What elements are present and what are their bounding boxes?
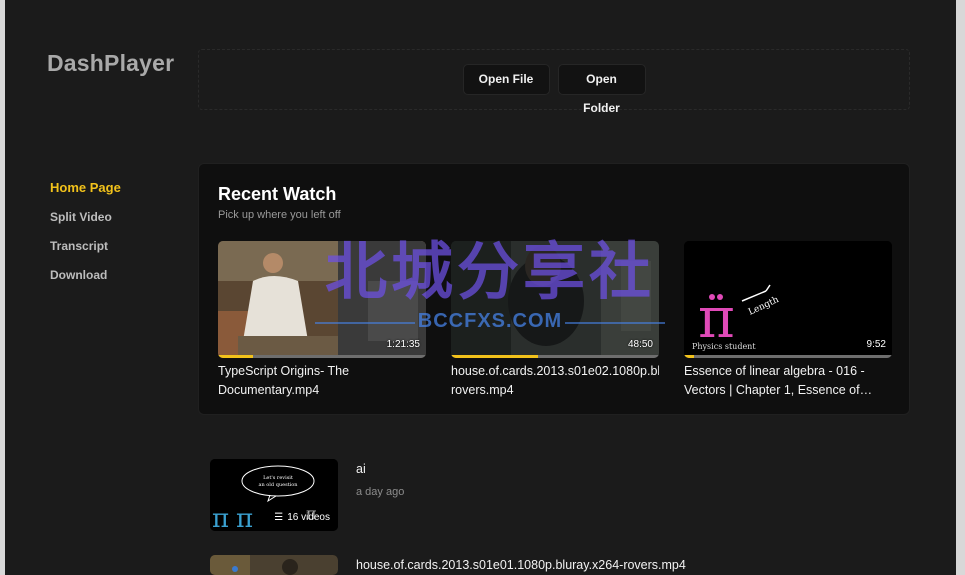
list-item-title: house.of.cards.2013.s01e01.1080p.bluray.…	[356, 558, 686, 572]
file-drop-area: Open File Open Folder	[198, 49, 910, 115]
watch-progress-bar	[218, 355, 426, 358]
nav-item-home[interactable]: Home Page	[50, 180, 170, 209]
video-thumbnail: 48:50	[451, 241, 659, 358]
folder-thumbnail: Let's revisit an old question π π π ☰ 16…	[210, 459, 338, 531]
thumbnail-image	[210, 555, 338, 575]
video-duration: 48:50	[627, 339, 653, 350]
open-folder-button[interactable]: Open Folder	[557, 64, 646, 115]
video-count-badge: ☰ 16 videos	[274, 512, 330, 523]
watch-progress-bar	[451, 355, 659, 358]
video-thumbnail: 1:21:35	[218, 241, 426, 358]
svg-text:π: π	[236, 504, 253, 531]
video-title: house.of.cards.2013.s01e02.1080p.bluray.…	[451, 364, 659, 397]
list-item-timestamp: a day ago	[356, 486, 405, 498]
sidebar-nav: Home Page Split Video Transcript Downloa…	[50, 180, 170, 296]
app-title: DashPlayer	[47, 50, 175, 76]
thumbnail-caption-physics: Physics student	[692, 342, 756, 351]
nav-item-download[interactable]: Download	[50, 267, 170, 296]
video-duration: 9:52	[866, 339, 886, 350]
list-item[interactable]: house.of.cards.2013.s01e01.1080p.bluray.…	[210, 555, 900, 575]
app-window: DashPlayer Home Page Split Video Transcr…	[5, 0, 956, 575]
video-title: TypeScript Origins- The Documentary.mp4	[218, 364, 350, 397]
svg-text:π: π	[212, 504, 229, 531]
thumbnail-caption-revisit: Let's revisit	[263, 475, 293, 481]
recent-card[interactable]: π Length Physics student 9:52 Essence of…	[684, 241, 892, 400]
recent-watch-panel: Recent Watch Pick up where you left off …	[198, 163, 910, 415]
recent-card[interactable]: 48:50 house.of.cards.2013.s01e02.1080p.b…	[451, 241, 659, 400]
watch-progress-bar	[684, 355, 892, 358]
watch-progress-fill	[218, 355, 254, 358]
video-thumbnail	[210, 555, 338, 575]
open-file-button[interactable]: Open File	[462, 64, 550, 95]
recent-watch-subtitle: Pick up where you left off	[218, 209, 341, 221]
video-title: Essence of linear algebra - 016 - Vector…	[684, 364, 865, 397]
nav-item-split-video[interactable]: Split Video	[50, 209, 170, 238]
playlist-icon: ☰	[274, 512, 284, 523]
thumbnail-image: π Length Physics student	[684, 241, 892, 358]
recent-card[interactable]: 1:21:35 TypeScript Origins- The Document…	[218, 241, 426, 400]
video-count: 16 videos	[287, 512, 330, 523]
recent-watch-title: Recent Watch	[218, 184, 337, 204]
list-item-title: ai	[356, 462, 366, 476]
video-duration: 1:21:35	[386, 339, 420, 350]
thumbnail-caption-question: an old question	[259, 482, 299, 488]
watch-progress-fill	[451, 355, 539, 358]
video-thumbnail: π Length Physics student 9:52	[684, 241, 892, 358]
watch-progress-fill	[684, 355, 695, 358]
list-item[interactable]: Let's revisit an old question π π π ☰ 16…	[210, 459, 900, 531]
nav-item-transcript[interactable]: Transcript	[50, 238, 170, 267]
